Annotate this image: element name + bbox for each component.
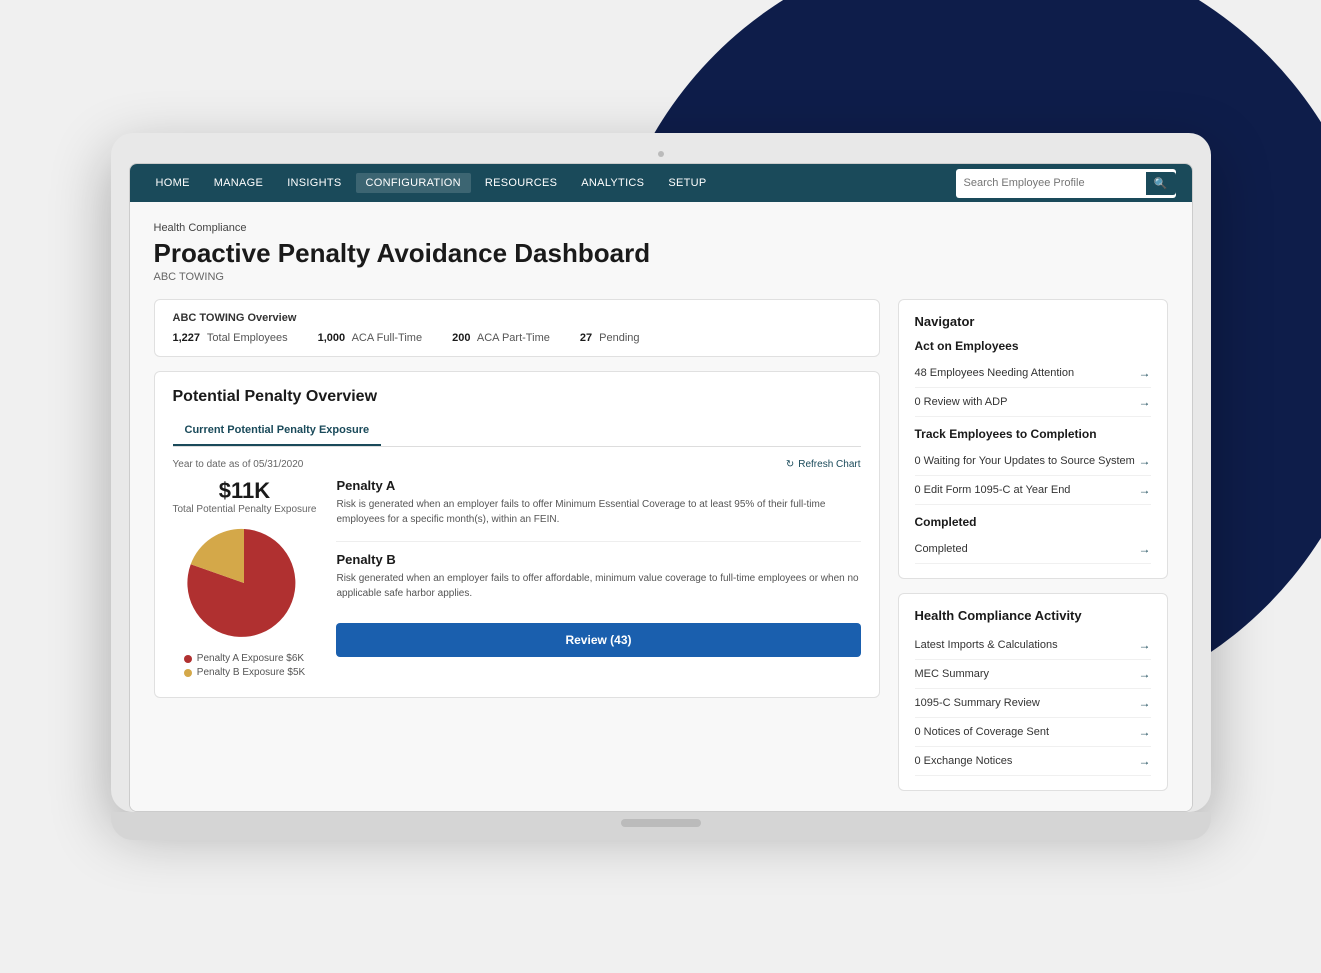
navigator-title: Navigator (915, 314, 1151, 329)
chart-legend: Penalty A Exposure $6K Penalty B Exposur… (184, 653, 305, 681)
main-layout: ABC TOWING Overview 1,227 Total Employee… (154, 299, 1168, 791)
left-panel: ABC TOWING Overview 1,227 Total Employee… (154, 299, 880, 791)
arrow-icon: → (1139, 725, 1151, 739)
chart-right: Penalty A Risk is generated when an empl… (336, 478, 860, 657)
activity-link-mec[interactable]: MEC Summary → (915, 660, 1151, 689)
penalty-b-title: Penalty B (336, 552, 860, 567)
camera-dot (658, 151, 664, 157)
laptop-bottom (111, 812, 1211, 840)
overview-card: ABC TOWING Overview 1,227 Total Employee… (154, 299, 880, 357)
overview-title: ABC TOWING Overview (173, 312, 861, 324)
nav-item-home[interactable]: HOME (146, 173, 200, 193)
scene: HOME MANAGE INSIGHTS CONFIGURATION RESOU… (0, 0, 1321, 973)
activity-link-notices-coverage[interactable]: 0 Notices of Coverage Sent → (915, 718, 1151, 747)
right-panel: Navigator Act on Employees 48 Employees … (898, 299, 1168, 791)
chart-header: Year to date as of 05/31/2020 ↻ Refresh … (173, 459, 861, 470)
breadcrumb: Health Compliance (154, 222, 1168, 234)
chart-area: $11K Total Potential Penalty Exposure (173, 478, 861, 681)
nav-link-48-employees[interactable]: 48 Employees Needing Attention → (915, 359, 1151, 388)
penalty-a-section: Penalty A Risk is generated when an empl… (336, 478, 860, 527)
arrow-icon: → (1139, 454, 1151, 468)
laptop-notch (621, 819, 701, 827)
laptop-wrapper: HOME MANAGE INSIGHTS CONFIGURATION RESOU… (111, 133, 1211, 840)
overview-stats: 1,227 Total Employees 1,000 ACA Full-Tim… (173, 332, 861, 344)
total-amount: $11K (173, 478, 317, 504)
track-employees-title: Track Employees to Completion (915, 427, 1151, 441)
arrow-icon: → (1139, 483, 1151, 497)
nav-item-manage[interactable]: MANAGE (204, 173, 273, 193)
divider (336, 541, 860, 542)
penalty-overview-card: Potential Penalty Overview Current Poten… (154, 371, 880, 698)
nav-link-review-adp[interactable]: 0 Review with ADP → (915, 388, 1151, 417)
search-input[interactable] (964, 177, 1146, 189)
nav-link-waiting-updates[interactable]: 0 Waiting for Your Updates to Source Sys… (915, 447, 1151, 476)
search-bar: 🔍 (956, 169, 1176, 198)
company-name: ABC TOWING (154, 271, 1168, 283)
penalty-b-desc: Risk generated when an employer fails to… (336, 571, 860, 601)
refresh-icon: ↻ (786, 459, 794, 470)
activity-link-exchange-notices[interactable]: 0 Exchange Notices → (915, 747, 1151, 776)
legend-item-b: Penalty B Exposure $5K (184, 667, 305, 678)
total-exposure: $11K Total Potential Penalty Exposure (173, 478, 317, 515)
pie-chart (184, 523, 304, 643)
page-title: Proactive Penalty Avoidance Dashboard (154, 238, 1168, 269)
tab-bar: Current Potential Penalty Exposure (173, 418, 861, 447)
penalty-a-desc: Risk is generated when an employer fails… (336, 497, 860, 527)
arrow-icon: → (1139, 542, 1151, 556)
nav-item-setup[interactable]: SETUP (658, 173, 716, 193)
laptop-screen: HOME MANAGE INSIGHTS CONFIGURATION RESOU… (129, 163, 1193, 812)
stat-total-employees: 1,227 Total Employees (173, 332, 288, 344)
activity-card: Health Compliance Activity Latest Import… (898, 593, 1168, 791)
arrow-icon: → (1139, 395, 1151, 409)
act-on-employees-title: Act on Employees (915, 339, 1151, 353)
legend-item-a: Penalty A Exposure $6K (184, 653, 305, 664)
legend-dot-a (184, 655, 192, 663)
penalty-a-title: Penalty A (336, 478, 860, 493)
arrow-icon: → (1139, 638, 1151, 652)
navigation-bar: HOME MANAGE INSIGHTS CONFIGURATION RESOU… (130, 164, 1192, 202)
search-icon[interactable]: 🔍 (1146, 172, 1176, 195)
arrow-icon: → (1139, 366, 1151, 380)
refresh-chart-button[interactable]: ↻ Refresh Chart (786, 459, 861, 470)
arrow-icon: → (1139, 696, 1151, 710)
penalty-b-section: Penalty B Risk generated when an employe… (336, 552, 860, 601)
activity-title: Health Compliance Activity (915, 608, 1151, 623)
activity-link-imports[interactable]: Latest Imports & Calculations → (915, 631, 1151, 660)
stat-aca-parttime: 200 ACA Part-Time (452, 332, 550, 344)
stat-aca-fulltime: 1,000 ACA Full-Time (318, 332, 422, 344)
navigator-card: Navigator Act on Employees 48 Employees … (898, 299, 1168, 579)
total-label: Total Potential Penalty Exposure (173, 504, 317, 515)
nav-items: HOME MANAGE INSIGHTS CONFIGURATION RESOU… (146, 173, 956, 193)
pie-container: $11K Total Potential Penalty Exposure (173, 478, 317, 681)
nav-item-analytics[interactable]: ANALYTICS (571, 173, 654, 193)
laptop-outer: HOME MANAGE INSIGHTS CONFIGURATION RESOU… (111, 133, 1211, 812)
chart-date: Year to date as of 05/31/2020 (173, 459, 304, 470)
activity-link-1095c[interactable]: 1095-C Summary Review → (915, 689, 1151, 718)
penalty-overview-title: Potential Penalty Overview (173, 388, 861, 406)
nav-item-insights[interactable]: INSIGHTS (277, 173, 351, 193)
arrow-icon: → (1139, 667, 1151, 681)
review-button[interactable]: Review (43) (336, 623, 860, 657)
nav-item-configuration[interactable]: CONFIGURATION (356, 173, 471, 193)
completed-section-title: Completed (915, 515, 1151, 529)
arrow-icon: → (1139, 754, 1151, 768)
page-content: Health Compliance Proactive Penalty Avoi… (130, 202, 1192, 811)
stat-pending: 27 Pending (580, 332, 640, 344)
nav-link-completed[interactable]: Completed → (915, 535, 1151, 564)
nav-link-edit-form[interactable]: 0 Edit Form 1095-C at Year End → (915, 476, 1151, 505)
tab-current-potential-penalty[interactable]: Current Potential Penalty Exposure (173, 418, 382, 446)
nav-item-resources[interactable]: RESOURCES (475, 173, 567, 193)
legend-dot-b (184, 669, 192, 677)
